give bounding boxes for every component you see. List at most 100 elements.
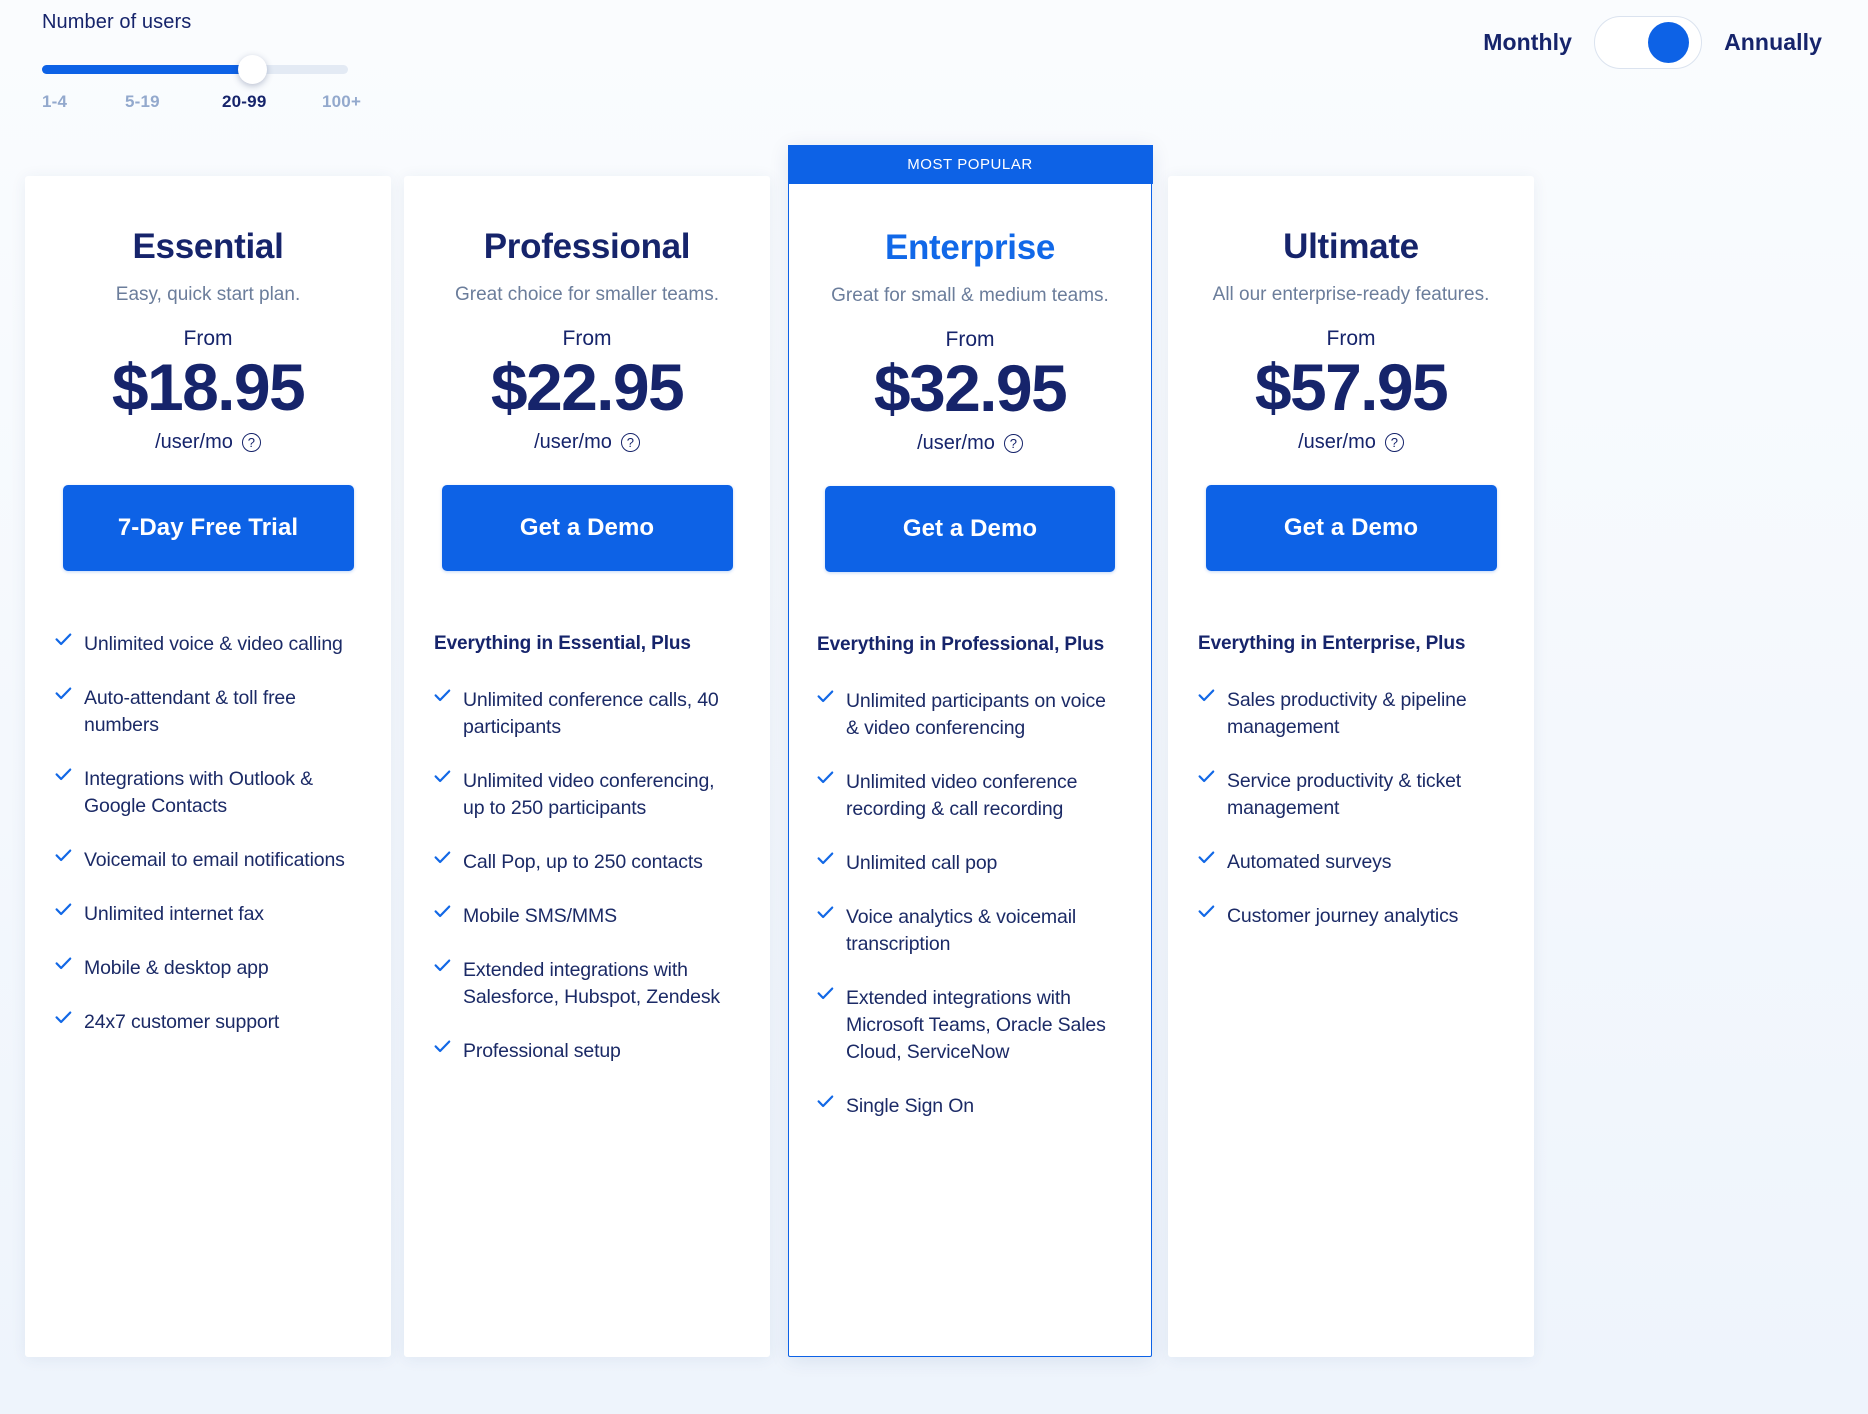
number-of-users-control: Number of users 1-4 5-19 20-99 100+ bbox=[42, 8, 462, 116]
feature-label: Unlimited video conferencing, up to 250 … bbox=[463, 770, 715, 819]
check-icon bbox=[55, 687, 72, 708]
plan-price: $32.95 bbox=[873, 351, 1068, 425]
plan-name: Ultimate bbox=[1283, 227, 1419, 266]
plan-name: Professional bbox=[483, 227, 691, 266]
info-icon[interactable]: ? bbox=[241, 433, 261, 452]
price-unit-label: /user/mo bbox=[917, 432, 995, 454]
feature-label: Auto-attendant & toll free numbers bbox=[84, 687, 296, 736]
check-icon bbox=[55, 1011, 72, 1032]
price-unit-row: /user/mo? bbox=[434, 431, 740, 454]
info-icon[interactable]: ? bbox=[1384, 433, 1404, 452]
plan-cta-button[interactable]: Get a Demo bbox=[1205, 485, 1497, 571]
feature-label: Voicemail to email notifications bbox=[84, 849, 345, 871]
price-from-label: From bbox=[562, 327, 612, 350]
feature-label: Service productivity & ticket management bbox=[1227, 770, 1462, 819]
check-icon bbox=[1198, 770, 1215, 791]
feature-item: 24x7 customer support bbox=[55, 1009, 361, 1036]
check-icon bbox=[55, 849, 72, 870]
check-icon bbox=[434, 1040, 451, 1061]
plan-cta-button[interactable]: Get a Demo bbox=[825, 486, 1115, 572]
feature-item: Unlimited conference calls, 40 participa… bbox=[434, 687, 740, 741]
billing-period-control: Monthly Annually bbox=[1483, 16, 1822, 69]
check-icon bbox=[434, 851, 451, 872]
price-from-label: From bbox=[183, 327, 233, 350]
feature-label: Mobile & desktop app bbox=[84, 957, 269, 979]
feature-item: Service productivity & ticket management bbox=[1198, 768, 1504, 822]
feature-item: Extended integrations with Salesforce, H… bbox=[434, 957, 740, 1011]
feature-list: Everything in Professional, Plus Unlimite… bbox=[817, 632, 1123, 1120]
slider-tick-20-99[interactable]: 20-99 bbox=[222, 92, 266, 112]
plan-price: $18.95 bbox=[111, 350, 306, 424]
feature-item: Unlimited video conferencing, up to 250 … bbox=[434, 768, 740, 822]
feature-list-heading: Everything in Enterprise, Plus bbox=[1198, 633, 1466, 654]
feature-item: Voice analytics & voicemail transcriptio… bbox=[817, 904, 1123, 958]
check-icon bbox=[434, 689, 451, 710]
slider-tick-1-4[interactable]: 1-4 bbox=[42, 92, 67, 112]
pricing-card-professional: Professional Great choice for smaller tea… bbox=[404, 176, 770, 1357]
slider-tick-5-19[interactable]: 5-19 bbox=[125, 92, 160, 112]
check-icon bbox=[817, 987, 834, 1008]
check-icon bbox=[55, 768, 72, 789]
price-unit-row: /user/mo? bbox=[55, 431, 361, 454]
plan-cta-button[interactable]: 7-Day Free Trial bbox=[62, 485, 354, 571]
feature-label: Mobile SMS/MMS bbox=[463, 905, 617, 927]
plan-tagline: Great choice for smaller teams. bbox=[455, 284, 719, 305]
feature-list-heading: Everything in Professional, Plus bbox=[817, 634, 1105, 655]
check-icon bbox=[817, 1095, 834, 1116]
plan-name: Essential bbox=[132, 227, 284, 266]
feature-label: Sales productivity & pipeline management bbox=[1227, 689, 1467, 738]
check-icon bbox=[434, 959, 451, 980]
number-of-users-label: Number of users bbox=[42, 11, 192, 33]
feature-label: Call Pop, up to 250 contacts bbox=[463, 851, 703, 873]
feature-label: Unlimited conference calls, 40 participa… bbox=[463, 689, 719, 738]
billing-period-toggle[interactable] bbox=[1594, 16, 1703, 69]
feature-list: Everything in Essential, Plus Unlimited c… bbox=[434, 631, 740, 1065]
feature-label: Voice analytics & voicemail transcriptio… bbox=[846, 906, 1077, 955]
plan-name: Enterprise bbox=[884, 228, 1056, 267]
feature-item: Unlimited call pop bbox=[817, 850, 1123, 877]
feature-label: Customer journey analytics bbox=[1227, 905, 1459, 927]
check-icon bbox=[434, 770, 451, 791]
price-unit-label: /user/mo bbox=[1298, 431, 1376, 453]
plan-price: $57.95 bbox=[1254, 350, 1449, 424]
feature-item: Automated surveys bbox=[1198, 849, 1504, 876]
check-icon bbox=[1198, 689, 1215, 710]
billing-monthly-label[interactable]: Monthly bbox=[1483, 29, 1572, 56]
plan-tagline: Great for small & medium teams. bbox=[831, 285, 1109, 306]
check-icon bbox=[1198, 905, 1215, 926]
info-icon[interactable]: ? bbox=[620, 433, 640, 452]
feature-label: 24x7 customer support bbox=[84, 1011, 280, 1033]
feature-list-heading: Everything in Essential, Plus bbox=[434, 633, 691, 654]
most-popular-badge: MOST POPULAR bbox=[787, 144, 1153, 184]
slider-fill bbox=[42, 65, 256, 74]
pricing-card-enterprise: MOST POPULAR Enterprise Great for small & … bbox=[787, 144, 1153, 1357]
price-from-label: From bbox=[1326, 327, 1376, 350]
toggle-knob bbox=[1648, 22, 1690, 63]
price-unit-row: /user/mo? bbox=[817, 432, 1123, 455]
slider-tick-100-plus[interactable]: 100+ bbox=[322, 92, 361, 112]
plan-tagline: All our enterprise-ready features. bbox=[1212, 284, 1490, 305]
slider-handle[interactable] bbox=[238, 55, 267, 84]
feature-list: Unlimited voice & video calling Auto-atte… bbox=[55, 631, 361, 1036]
feature-item: Mobile SMS/MMS bbox=[434, 903, 740, 930]
user-count-slider[interactable] bbox=[42, 55, 348, 84]
slider-tick-labels: 1-4 5-19 20-99 100+ bbox=[42, 92, 402, 116]
feature-item: Unlimited internet fax bbox=[55, 901, 361, 928]
feature-item: Voicemail to email notifications bbox=[55, 847, 361, 874]
check-icon bbox=[55, 903, 72, 924]
billing-annually-label[interactable]: Annually bbox=[1724, 29, 1822, 56]
info-icon[interactable]: ? bbox=[1003, 434, 1023, 453]
card-body: Ultimate All our enterprise-ready feature… bbox=[1198, 176, 1504, 930]
feature-item: Professional setup bbox=[434, 1038, 740, 1065]
feature-label: Single Sign On bbox=[846, 1095, 974, 1117]
plan-tagline: Easy, quick start plan. bbox=[115, 284, 301, 305]
feature-item: Extended integrations with Microsoft Tea… bbox=[817, 985, 1123, 1066]
card-body: Enterprise Great for small & medium teams… bbox=[817, 146, 1123, 1120]
feature-label: Unlimited video conference recording & c… bbox=[846, 771, 1078, 820]
pricing-card-ultimate: Ultimate All our enterprise-ready feature… bbox=[1168, 176, 1534, 1357]
plan-cta-button[interactable]: Get a Demo bbox=[441, 485, 733, 571]
pricing-controls-bar: Number of users 1-4 5-19 20-99 100+ Mont… bbox=[0, 0, 1868, 140]
feature-label: Unlimited voice & video calling bbox=[84, 633, 343, 655]
price-unit-row: /user/mo? bbox=[1198, 431, 1504, 454]
feature-item: Call Pop, up to 250 contacts bbox=[434, 849, 740, 876]
